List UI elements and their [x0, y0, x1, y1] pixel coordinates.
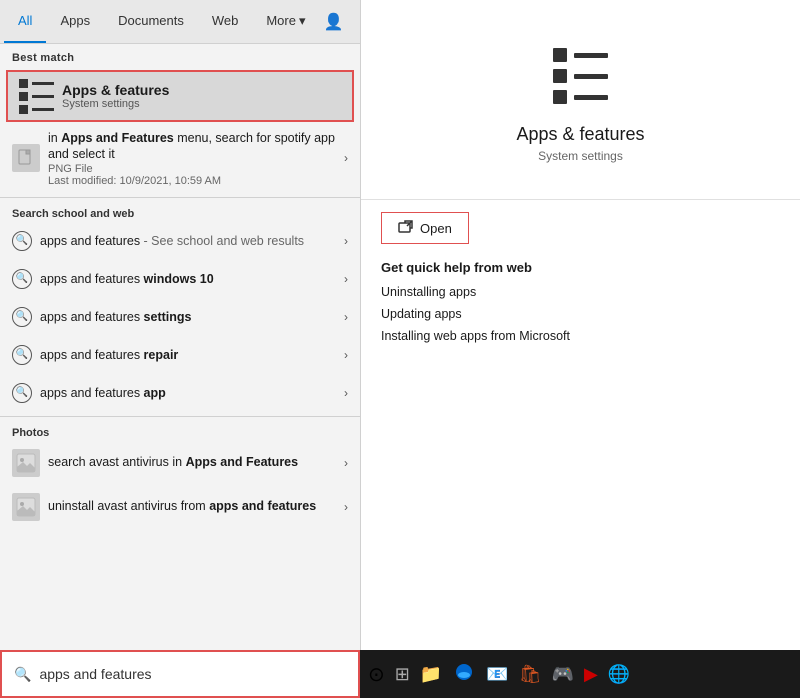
web-item-4[interactable]: 🔍 apps and features repair ›: [0, 336, 360, 374]
tab-bar: All Apps Documents Web More ▾ 👤 ···: [0, 0, 360, 44]
content-area: Best match Apps & features System settin…: [0, 44, 360, 650]
png-file-title: in Apps and Features menu, search for sp…: [48, 130, 340, 163]
web-item-text-2: apps and features windows 10: [40, 272, 340, 286]
arrow-icon-4: ›: [344, 348, 348, 362]
divider-2: [0, 416, 360, 417]
search-bar[interactable]: 🔍: [0, 650, 360, 698]
tab-documents[interactable]: Documents: [104, 0, 198, 43]
open-label: Open: [420, 221, 452, 236]
search-panel: All Apps Documents Web More ▾ 👤 ··· Best…: [0, 0, 360, 698]
search-web-label: Search school and web: [0, 202, 360, 222]
taskbar-search-icon[interactable]: ⊙: [368, 662, 385, 687]
png-file-item[interactable]: in Apps and Features menu, search for sp…: [0, 124, 360, 193]
best-match-text: Apps & features System settings: [62, 82, 169, 110]
tab-more[interactable]: More ▾: [252, 0, 319, 43]
quick-help-section: Get quick help from web Uninstalling app…: [361, 244, 800, 367]
web-item-5[interactable]: 🔍 apps and features app ›: [0, 374, 360, 412]
right-app-title: Apps & features: [516, 124, 644, 145]
taskbar-folder-icon[interactable]: 📁: [420, 664, 442, 685]
taskbar-game-icon[interactable]: 🎮: [552, 664, 574, 685]
search-circle-icon-3: 🔍: [12, 307, 32, 327]
apps-features-icon: [20, 80, 52, 112]
png-file-content: in Apps and Features menu, search for sp…: [48, 130, 340, 187]
photos-label: Photos: [0, 421, 360, 441]
search-bar-icon: 🔍: [14, 666, 31, 683]
open-icon: [398, 220, 414, 236]
arrow-photos-1: ›: [344, 456, 348, 470]
photos-item-title-2: uninstall avast antivirus from apps and …: [48, 498, 340, 514]
web-item-text-3: apps and features settings: [40, 310, 340, 324]
chevron-down-icon: ▾: [299, 13, 306, 29]
taskbar-store-icon[interactable]: 🛍: [519, 664, 542, 685]
right-app-icon: [545, 40, 617, 112]
taskbar-circle-icon[interactable]: 🌐: [608, 664, 630, 685]
arrow-icon-1: ›: [344, 234, 348, 248]
quick-help-link-3[interactable]: Installing web apps from Microsoft: [381, 329, 780, 343]
photos-item-1[interactable]: search avast antivirus in Apps and Featu…: [0, 441, 360, 485]
photos-item-2[interactable]: uninstall avast antivirus from apps and …: [0, 485, 360, 529]
web-item-3[interactable]: 🔍 apps and features settings ›: [0, 298, 360, 336]
photos-icon-1: [12, 449, 40, 477]
search-circle-icon-5: 🔍: [12, 383, 32, 403]
arrow-icon-2: ›: [344, 272, 348, 286]
search-circle-icon-4: 🔍: [12, 345, 32, 365]
best-match-title: Apps & features: [62, 82, 169, 98]
taskbar-mail-icon[interactable]: 📧: [486, 664, 508, 685]
png-file-type: PNG File: [48, 163, 340, 175]
right-panel-header: Apps & features System settings: [361, 0, 800, 200]
tab-all[interactable]: All: [4, 0, 46, 43]
best-match-item[interactable]: Apps & features System settings: [6, 70, 354, 122]
quick-help-link-1[interactable]: Uninstalling apps: [381, 285, 780, 299]
arrow-icon: ›: [344, 151, 348, 165]
photos-icon-2: [12, 493, 40, 521]
arrow-photos-2: ›: [344, 500, 348, 514]
arrow-icon-5: ›: [344, 386, 348, 400]
user-icon[interactable]: 👤: [320, 8, 348, 36]
web-item-text-5: apps and features app: [40, 386, 340, 400]
right-panel: Apps & features System settings Open Get…: [360, 0, 800, 698]
search-input[interactable]: [39, 666, 346, 682]
best-match-label: Best match: [0, 44, 360, 68]
web-item-2[interactable]: 🔍 apps and features windows 10 ›: [0, 260, 360, 298]
divider-1: [0, 197, 360, 198]
taskbar-view-icon[interactable]: ⊞: [395, 664, 410, 685]
taskbar-media-icon[interactable]: ▶: [584, 664, 598, 685]
search-circle-icon-2: 🔍: [12, 269, 32, 289]
quick-help-link-2[interactable]: Updating apps: [381, 307, 780, 321]
search-circle-icon-1: 🔍: [12, 231, 32, 251]
arrow-icon-3: ›: [344, 310, 348, 324]
png-file-date: Last modified: 10/9/2021, 10:59 AM: [48, 175, 340, 187]
photos-item-title-1: search avast antivirus in Apps and Featu…: [48, 454, 340, 470]
tab-apps[interactable]: Apps: [46, 0, 104, 43]
photos-item-content-2: uninstall avast antivirus from apps and …: [48, 498, 340, 514]
taskbar: ⊙ ⊞ 📁 📧 🛍 🎮 ▶ 🌐: [360, 650, 800, 698]
web-item-1[interactable]: 🔍 apps and features - See school and web…: [0, 222, 360, 260]
tab-web[interactable]: Web: [198, 0, 253, 43]
web-item-text-4: apps and features repair: [40, 348, 340, 362]
photos-item-content-1: search avast antivirus in Apps and Featu…: [48, 454, 340, 470]
tab-more-label: More: [266, 13, 296, 28]
best-match-subtitle: System settings: [62, 98, 169, 110]
png-file-icon: [12, 144, 40, 172]
open-button[interactable]: Open: [381, 212, 469, 244]
taskbar-edge-icon[interactable]: [454, 662, 474, 687]
web-item-text-1: apps and features - See school and web r…: [40, 234, 340, 248]
quick-help-title: Get quick help from web: [381, 260, 780, 275]
right-app-subtitle: System settings: [538, 149, 623, 163]
